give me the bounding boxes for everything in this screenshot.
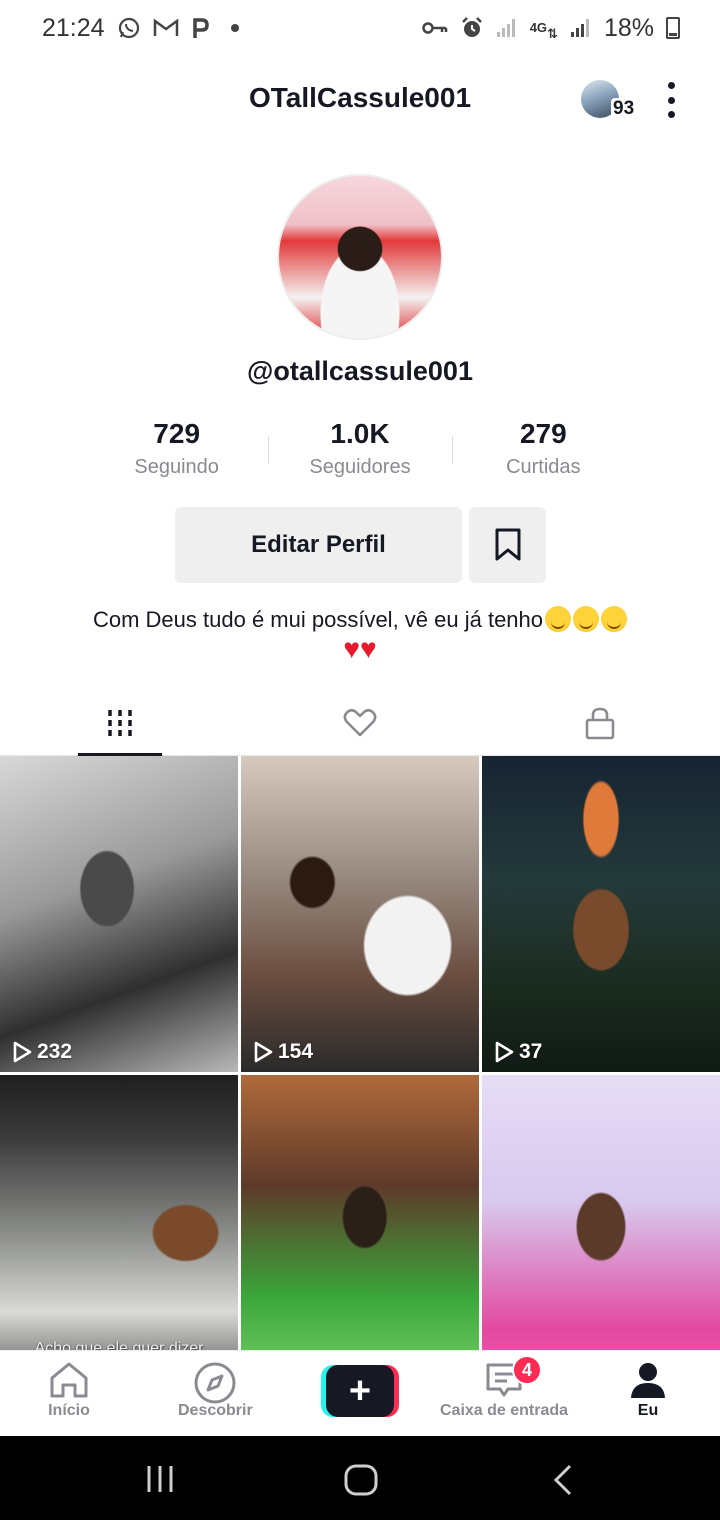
smiling-emoji-icon (573, 606, 600, 632)
heart-icon (343, 708, 377, 736)
bottom-navigation: Início Descobrir + Caixa de entrada 4 Eu (0, 1350, 720, 1436)
system-navigation-bar (0, 1436, 720, 1520)
profile-tabs (0, 690, 720, 756)
smiling-emoji-icon (601, 606, 628, 632)
view-count: 232 (12, 1040, 72, 1064)
smiling-emoji-icon (545, 606, 572, 632)
view-count: 37 (494, 1040, 542, 1064)
network-type: 4G ⇅ (529, 20, 558, 41)
nav-label: Descobrir (178, 1402, 253, 1419)
bookmark-button[interactable] (469, 507, 546, 583)
heart-emoji-icon: ♥ (360, 633, 377, 664)
nav-inbox[interactable]: Caixa de entrada (440, 1361, 568, 1420)
play-icon (13, 1041, 32, 1063)
pinterest-icon (191, 17, 209, 39)
nav-label: Início (48, 1402, 90, 1419)
nav-home[interactable]: Início (48, 1361, 90, 1420)
video-thumbnail[interactable] (241, 1075, 479, 1350)
battery-icon (666, 17, 680, 39)
key-icon (421, 20, 448, 36)
edit-profile-button[interactable]: Editar Perfil (175, 507, 462, 583)
status-bar: 21:24 4G ⇅ 18% (0, 0, 720, 56)
stat-followers[interactable]: 1.0K Seguidores (268, 418, 451, 479)
video-caption: Acho que ele quer dizer qualquer coisa..… (34, 1340, 204, 1350)
stat-label: Seguidores (309, 456, 411, 478)
heart-emoji-icon: ♥ (343, 633, 360, 664)
stat-value: 729 (153, 418, 201, 449)
nav-label: Caixa de entrada (440, 1402, 569, 1419)
bio-text: Com Deus tudo é mui possível, vê eu já t… (92, 607, 544, 632)
more-notifications-dot (230, 24, 239, 32)
signal-icon-2 (570, 18, 592, 38)
gmail-icon (153, 18, 179, 38)
video-thumbnail[interactable] (482, 1075, 720, 1350)
view-count-text: 37 (519, 1040, 543, 1063)
whatsapp-icon (117, 16, 141, 40)
back-icon[interactable] (552, 1464, 574, 1496)
stat-value: 279 (519, 418, 567, 449)
profile-bio: Com Deus tudo é mui possível, vê eu já t… (30, 605, 690, 666)
home-icon (50, 1362, 88, 1398)
battery-percent: 18% (603, 13, 654, 42)
play-icon (495, 1041, 514, 1063)
nav-discover[interactable]: Descobrir (178, 1361, 253, 1420)
profile-stats: 729 Seguindo 1.0K Seguidores 279 Curtida… (85, 418, 635, 479)
tab-private[interactable] (480, 690, 720, 755)
profile-views-count[interactable]: 93 (611, 98, 637, 120)
video-thumbnail[interactable]: Acho que ele quer dizer qualquer coisa..… (0, 1075, 238, 1350)
tab-videos[interactable] (0, 690, 240, 756)
stat-following[interactable]: 729 Seguindo (85, 418, 268, 479)
profile-handle: @otallcassule001 (247, 356, 473, 386)
lock-icon (585, 707, 615, 739)
stat-label: Seguindo (134, 456, 219, 478)
plus-icon: + (326, 1365, 394, 1417)
clock: 21:24 (42, 13, 105, 42)
view-count-text: 154 (278, 1040, 314, 1063)
video-grid: 232 154 37 Acho que ele quer dizer qualq… (0, 756, 720, 1350)
bookmark-icon (495, 528, 520, 561)
grid-icon (108, 709, 132, 736)
compass-icon (194, 1362, 236, 1404)
play-icon (254, 1041, 273, 1063)
home-button-icon[interactable] (344, 1464, 378, 1496)
nav-label: Eu (637, 1402, 659, 1419)
stat-value: 1.0K (330, 418, 390, 449)
person-icon (631, 1363, 665, 1398)
kebab-menu-icon[interactable] (660, 82, 682, 118)
profile-avatar[interactable] (277, 174, 443, 340)
video-thumbnail[interactable]: 232 (0, 756, 238, 1072)
video-thumbnail[interactable]: 154 (241, 756, 479, 1072)
create-video-button[interactable]: + (321, 1365, 399, 1417)
inbox-badge: 4 (512, 1355, 542, 1385)
view-count-text: 232 (37, 1040, 73, 1063)
video-thumbnail[interactable]: 37 (482, 756, 720, 1072)
alarm-icon (460, 16, 484, 40)
view-count: 154 (253, 1040, 313, 1064)
stat-label: Curtidas (506, 456, 581, 478)
recent-apps-icon[interactable] (144, 1464, 176, 1494)
tab-liked[interactable] (240, 690, 480, 755)
nav-me[interactable]: Eu (628, 1361, 668, 1420)
signal-icon (496, 18, 518, 38)
stat-likes[interactable]: 279 Curtidas (451, 418, 635, 479)
profile-header: OTallCassule001 93 (0, 70, 720, 130)
